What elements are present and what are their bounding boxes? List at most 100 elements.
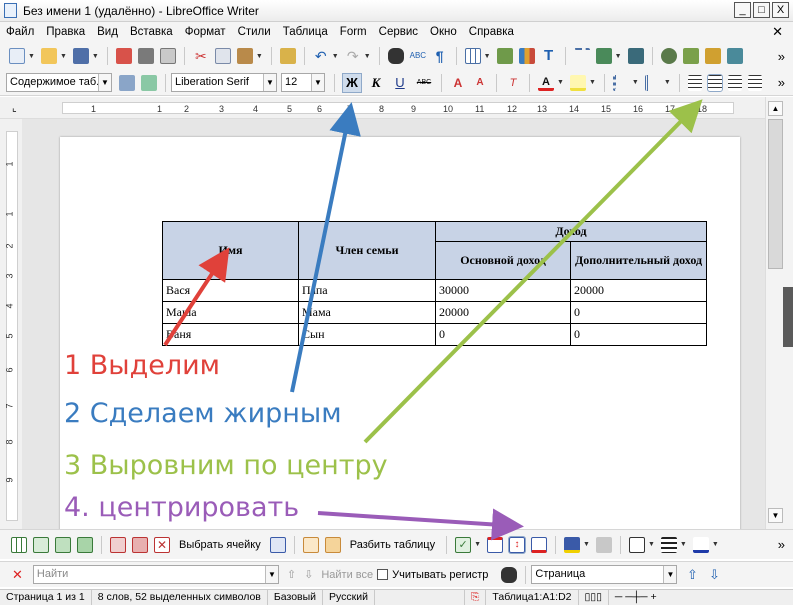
- align-bottom-icon[interactable]: [531, 536, 548, 553]
- chevron-down-icon[interactable]: ▼: [663, 566, 677, 583]
- underline-button[interactable]: U: [390, 73, 410, 93]
- table-cell[interactable]: Папа: [298, 279, 436, 302]
- new-style-icon[interactable]: [141, 74, 157, 91]
- navigate-down-icon[interactable]: ⇩: [706, 567, 722, 583]
- search-in-combo[interactable]: Страница ▼: [531, 565, 678, 584]
- insert-columns-icon[interactable]: [77, 536, 93, 553]
- more-options-icon[interactable]: »: [778, 49, 785, 64]
- redo-icon[interactable]: ↷: [345, 48, 361, 64]
- delete-table-icon[interactable]: ✕: [154, 536, 170, 553]
- number-format-icon[interactable]: ✓: [455, 536, 472, 553]
- scroll-up-icon[interactable]: ▲: [768, 101, 783, 116]
- more-options-icon[interactable]: »: [778, 75, 785, 90]
- chevron-down-icon[interactable]: ▼: [311, 74, 324, 91]
- table-cell[interactable]: Ваня: [162, 323, 299, 346]
- view-layout-icon[interactable]: ▯▯▯: [579, 589, 609, 605]
- navigate-up-icon[interactable]: ⇧: [684, 567, 700, 583]
- print-icon[interactable]: [137, 48, 154, 64]
- bullet-list-icon[interactable]: [612, 74, 629, 91]
- align-right-icon[interactable]: [727, 74, 742, 91]
- align-left-icon[interactable]: [687, 74, 702, 91]
- cell-background-icon[interactable]: [564, 536, 581, 553]
- table-cell[interactable]: Маша: [162, 301, 299, 324]
- menu-styles[interactable]: Стили: [238, 26, 271, 38]
- find-replace-icon[interactable]: [501, 566, 518, 583]
- find-previous-icon[interactable]: ⇧: [287, 568, 296, 581]
- update-style-icon[interactable]: [119, 74, 135, 91]
- find-replace-icon[interactable]: [387, 48, 404, 64]
- menu-table[interactable]: Таблица: [283, 26, 328, 38]
- scroll-down-icon[interactable]: ▼: [768, 508, 783, 523]
- autoformat-icon[interactable]: [595, 536, 612, 553]
- chevron-down-icon[interactable]: ▼: [264, 566, 278, 583]
- insert-rows-below-icon[interactable]: [55, 536, 71, 553]
- insert-image-icon[interactable]: [496, 48, 513, 64]
- header-extra-income[interactable]: Дополнительный доход: [570, 241, 707, 280]
- formatting-marks-icon[interactable]: ¶: [432, 48, 448, 64]
- insert-field-icon[interactable]: [595, 48, 612, 64]
- highlight-icon[interactable]: [569, 74, 586, 91]
- align-center-icon[interactable]: [706, 73, 723, 92]
- bold-button[interactable]: Ж: [342, 72, 362, 93]
- paste-icon[interactable]: [236, 48, 253, 64]
- more-options-icon[interactable]: »: [778, 537, 785, 552]
- table-cell[interactable]: 0: [570, 301, 707, 324]
- comment-icon[interactable]: [704, 48, 721, 64]
- insert-table-icon[interactable]: [464, 48, 481, 64]
- new-document-icon[interactable]: [9, 48, 25, 64]
- copy-icon[interactable]: [214, 48, 231, 64]
- table-cell[interactable]: Вася: [162, 279, 299, 302]
- merge-cells-icon[interactable]: [302, 536, 319, 553]
- header-income[interactable]: Доход: [435, 221, 707, 242]
- font-size-combo[interactable]: 12 ▼: [281, 73, 325, 92]
- split-table-button[interactable]: Разбить таблицу: [350, 539, 435, 551]
- table-cell[interactable]: 20000: [570, 279, 707, 302]
- vertical-ruler[interactable]: 1 1 2 3 4 5 6 7 8 9: [0, 119, 22, 529]
- select-cell-button[interactable]: Выбрать ячейку: [179, 539, 261, 551]
- border-style-icon[interactable]: [660, 536, 677, 553]
- menu-tools[interactable]: Сервис: [379, 26, 418, 38]
- header-main-income[interactable]: Основной доход: [435, 241, 571, 280]
- menu-format[interactable]: Формат: [185, 26, 226, 38]
- header-name[interactable]: Имя: [162, 221, 299, 280]
- table-row[interactable]: Вася Папа 30000 20000: [162, 279, 707, 302]
- clear-formatting-icon[interactable]: T: [505, 75, 521, 91]
- table-cell[interactable]: 30000: [435, 279, 571, 302]
- close-find-icon[interactable]: ✕: [12, 567, 23, 583]
- table-row[interactable]: Ваня Сын 0 0: [162, 323, 707, 346]
- insert-text-box-icon[interactable]: T: [541, 48, 557, 64]
- page-style[interactable]: Базовый: [268, 589, 324, 605]
- insert-chart-icon[interactable]: [518, 48, 535, 64]
- hyperlink-icon[interactable]: [660, 48, 677, 64]
- tab-stop-type-icon[interactable]: ⌞: [12, 103, 17, 114]
- center-vertically-icon[interactable]: ↕: [508, 535, 527, 554]
- sidebar-toggle[interactable]: [783, 287, 793, 347]
- insert-mode[interactable]: [375, 589, 465, 605]
- menu-file[interactable]: Файл: [6, 26, 34, 38]
- table-cell[interactable]: Сын: [298, 323, 436, 346]
- table-row[interactable]: Маша Мама 20000 0: [162, 301, 707, 324]
- table-cell[interactable]: 0: [570, 323, 707, 346]
- vertical-scrollbar[interactable]: ▲ ▼: [765, 97, 793, 529]
- increase-font-icon[interactable]: A: [450, 75, 466, 91]
- cut-icon[interactable]: ✂: [193, 48, 209, 64]
- chevron-down-icon[interactable]: ▼: [263, 74, 276, 91]
- page-count[interactable]: Страница 1 из 1: [0, 589, 92, 605]
- insert-table-icon[interactable]: [11, 536, 27, 553]
- delete-rows-icon[interactable]: [110, 536, 126, 553]
- close-window-button[interactable]: X: [772, 2, 789, 18]
- borders-icon[interactable]: [628, 536, 645, 553]
- find-input[interactable]: Найти ▼: [32, 565, 279, 584]
- delete-columns-icon[interactable]: [132, 536, 148, 553]
- table-cell[interactable]: 0: [435, 323, 571, 346]
- minimize-button[interactable]: _: [734, 2, 751, 18]
- table-cell[interactable]: Мама: [298, 301, 436, 324]
- split-cells-icon[interactable]: [324, 536, 341, 553]
- footnote-icon[interactable]: [682, 48, 699, 64]
- font-name-combo[interactable]: Liberation Serif ▼: [171, 73, 277, 92]
- digital-signature-icon[interactable]: ⎘: [465, 589, 487, 605]
- save-icon[interactable]: [72, 48, 89, 64]
- menu-view[interactable]: Вид: [97, 26, 118, 38]
- maximize-button[interactable]: □: [753, 2, 770, 18]
- chevron-down-icon[interactable]: ▼: [98, 74, 111, 91]
